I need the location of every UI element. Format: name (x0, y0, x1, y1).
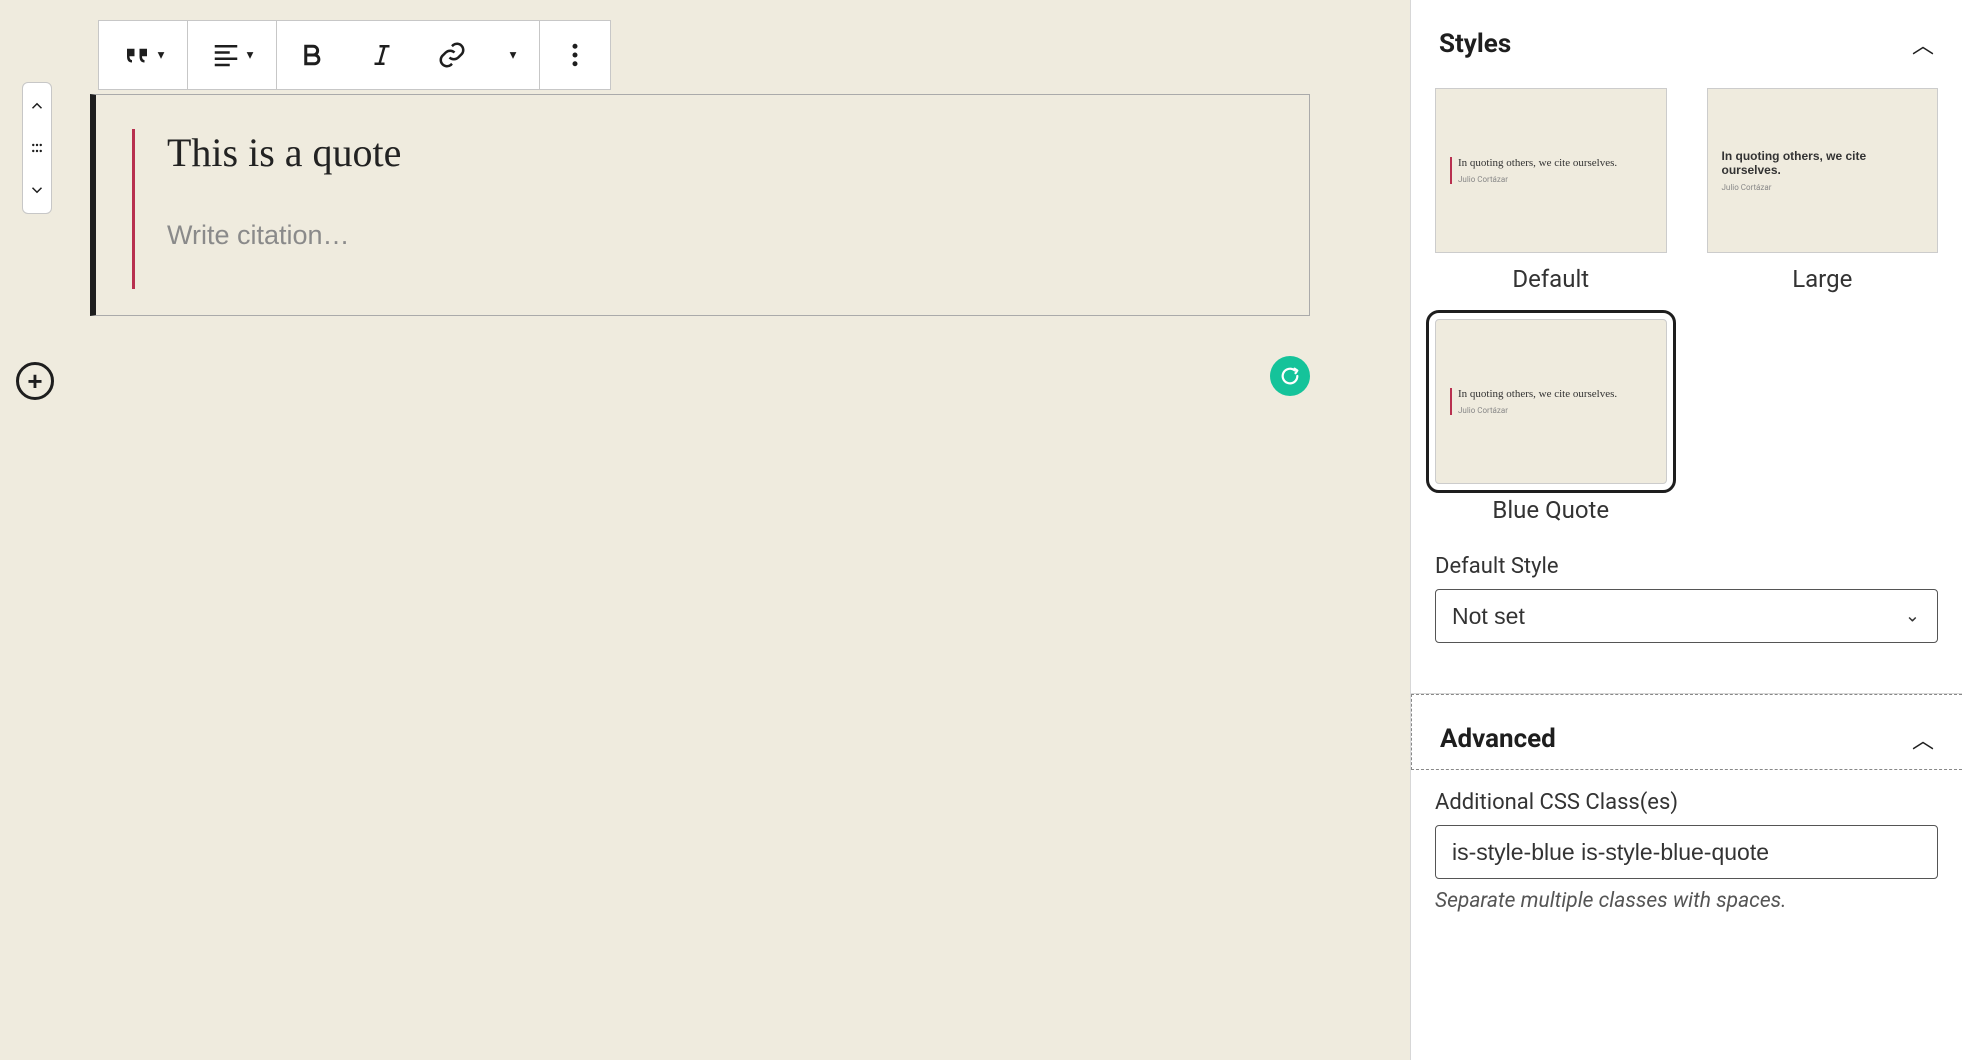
settings-sidebar: Styles ︿ In quoting others, we cite ours… (1410, 0, 1962, 1060)
italic-button[interactable] (347, 21, 417, 89)
preview-author: Julio Cortázar (1458, 406, 1652, 415)
advanced-panel-toggle[interactable]: Advanced ︿ (1412, 695, 1962, 769)
link-icon (437, 40, 467, 70)
link-button[interactable] (417, 21, 487, 89)
style-option-default[interactable]: In quoting others, we cite ourselves. Ju… (1435, 88, 1667, 293)
more-formatting-button[interactable]: ▾ (487, 21, 539, 89)
plus-icon: + (27, 366, 42, 397)
default-style-select[interactable]: Not set (1435, 589, 1938, 643)
bold-icon (297, 40, 327, 70)
quote-block[interactable]: This is a quote Write citation… (90, 94, 1310, 316)
quote-inner: This is a quote Write citation… (132, 129, 1273, 289)
css-classes-label: Additional CSS Class(es) (1435, 790, 1938, 815)
block-toolbar: ▾ ▾ ▾ (98, 20, 611, 90)
italic-icon (367, 40, 397, 70)
advanced-panel-title: Advanced (1440, 724, 1556, 754)
block-inserter-button[interactable]: + (16, 362, 54, 400)
chevron-up-icon: ︿ (1912, 28, 1934, 60)
more-options-button[interactable] (540, 21, 610, 89)
styles-panel-title: Styles (1439, 29, 1511, 59)
drag-handle[interactable] (28, 127, 46, 169)
caret-down-icon: ▾ (158, 47, 165, 63)
style-label: Blue Quote (1435, 496, 1667, 524)
advanced-panel-body: Additional CSS Class(es) Separate multip… (1411, 770, 1962, 943)
caret-down-icon: ▾ (510, 47, 517, 63)
grammarly-icon (1279, 365, 1301, 387)
style-label: Default (1435, 265, 1667, 293)
style-preview: In quoting others, we cite ourselves. Ju… (1707, 88, 1939, 253)
more-vertical-icon (560, 40, 590, 70)
style-option-blue-quote[interactable]: In quoting others, we cite ourselves. Ju… (1435, 319, 1667, 524)
style-option-large[interactable]: In quoting others, we cite ourselves. Ju… (1707, 88, 1939, 293)
drag-icon (28, 139, 46, 157)
preview-text: In quoting others, we cite ourselves. (1458, 157, 1652, 169)
block-mover (22, 82, 52, 214)
style-preview: In quoting others, we cite ourselves. Ju… (1435, 319, 1667, 484)
default-style-label: Default Style (1435, 554, 1938, 579)
style-label: Large (1707, 265, 1939, 293)
preview-text: In quoting others, we cite ourselves. (1458, 388, 1652, 400)
style-preview: In quoting others, we cite ourselves. Ju… (1435, 88, 1667, 253)
css-help-text: Separate multiple classes with spaces. (1435, 889, 1938, 913)
chevron-up-icon (28, 97, 46, 115)
preview-text: In quoting others, we cite ourselves. (1722, 149, 1924, 177)
preview-author: Julio Cortázar (1458, 175, 1652, 184)
move-up-button[interactable] (23, 85, 51, 127)
caret-down-icon: ▾ (247, 47, 254, 63)
quote-citation-placeholder[interactable]: Write citation… (167, 220, 1273, 251)
styles-panel-body: In quoting others, we cite ourselves. Ju… (1411, 74, 1962, 673)
editor-canvas: ▾ ▾ ▾ (0, 0, 1410, 1060)
align-button[interactable]: ▾ (188, 21, 276, 89)
css-classes-input[interactable] (1435, 825, 1938, 879)
align-left-icon (211, 40, 241, 70)
chevron-down-icon (28, 181, 46, 199)
grammarly-button[interactable] (1270, 356, 1310, 396)
quote-icon (122, 40, 152, 70)
quote-text[interactable]: This is a quote (167, 129, 1273, 176)
advanced-panel: Advanced ︿ (1411, 694, 1962, 770)
block-type-button[interactable]: ▾ (99, 21, 187, 89)
styles-panel-toggle[interactable]: Styles ︿ (1411, 0, 1962, 74)
chevron-up-icon: ︿ (1912, 723, 1934, 755)
bold-button[interactable] (277, 21, 347, 89)
move-down-button[interactable] (23, 169, 51, 211)
preview-author: Julio Cortázar (1722, 183, 1924, 192)
